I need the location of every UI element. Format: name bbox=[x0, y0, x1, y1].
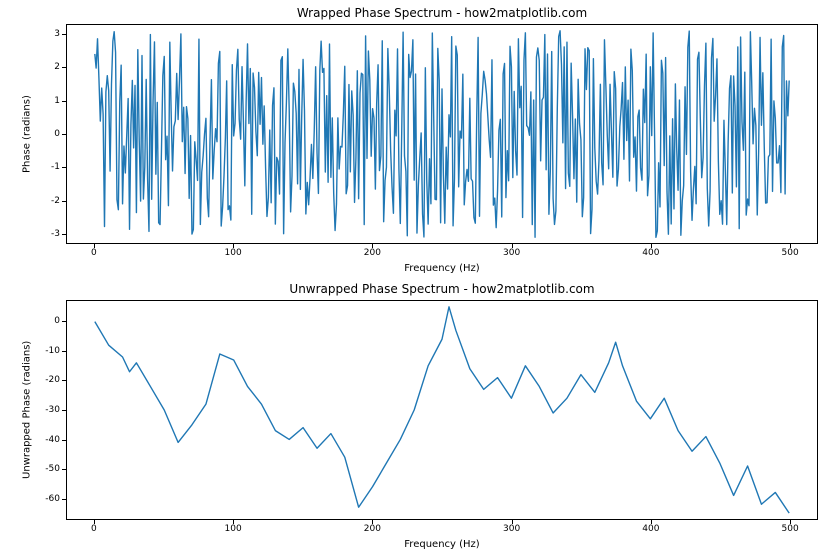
y-tickmark bbox=[62, 321, 66, 322]
y-tick-label: -2 bbox=[51, 196, 60, 206]
y-tickmark bbox=[62, 101, 66, 102]
y-tickmark bbox=[62, 469, 66, 470]
y-tick-label: 0 bbox=[54, 129, 60, 139]
line-series-wrapped bbox=[67, 25, 817, 243]
x-axis-label: Frequency (Hz) bbox=[66, 263, 818, 274]
x-axis-label: Frequency (Hz) bbox=[66, 539, 818, 550]
x-tick-label: 400 bbox=[642, 524, 659, 534]
y-tickmark bbox=[62, 34, 66, 35]
y-tick-label: -3 bbox=[51, 229, 60, 239]
y-tick-label: 0 bbox=[54, 316, 60, 326]
y-tick-label: -30 bbox=[45, 405, 60, 415]
y-tick-label: -50 bbox=[45, 464, 60, 474]
y-tick-label: 2 bbox=[54, 62, 60, 72]
x-tick-label: 300 bbox=[503, 524, 520, 534]
y-axis-label: Phase (radians) bbox=[20, 24, 34, 244]
x-tick-label: 200 bbox=[364, 524, 381, 534]
x-tick-label: 100 bbox=[225, 524, 242, 534]
x-tick-label: 500 bbox=[782, 524, 799, 534]
y-tickmark bbox=[62, 167, 66, 168]
x-tick-label: 0 bbox=[91, 248, 97, 258]
y-tickmark bbox=[62, 499, 66, 500]
line-series-unwrapped bbox=[67, 301, 817, 519]
x-tick-label: 500 bbox=[782, 248, 799, 258]
plot-area-wrapped bbox=[66, 24, 818, 244]
y-tick-label: -60 bbox=[45, 494, 60, 504]
x-tick-label: 200 bbox=[364, 248, 381, 258]
x-tick-label: 300 bbox=[503, 248, 520, 258]
y-tickmark bbox=[62, 351, 66, 352]
y-tickmark bbox=[62, 234, 66, 235]
y-tick-label: -40 bbox=[45, 435, 60, 445]
y-tickmark bbox=[62, 67, 66, 68]
x-tick-label: 100 bbox=[225, 248, 242, 258]
y-tickmark bbox=[62, 380, 66, 381]
subplot-wrapped: Wrapped Phase Spectrum - how2matplotlib.… bbox=[66, 24, 818, 244]
plot-area-unwrapped bbox=[66, 300, 818, 520]
y-tickmark bbox=[62, 134, 66, 135]
x-tick-label: 0 bbox=[91, 524, 97, 534]
chart-title: Unwrapped Phase Spectrum - how2matplotli… bbox=[66, 282, 818, 296]
y-tick-label: -10 bbox=[45, 346, 60, 356]
figure: Wrapped Phase Spectrum - how2matplotlib.… bbox=[0, 0, 840, 560]
y-axis-label: Unwrapped Phase (radians) bbox=[20, 300, 34, 520]
subplot-unwrapped: Unwrapped Phase Spectrum - how2matplotli… bbox=[66, 300, 818, 520]
y-tick-label: 3 bbox=[54, 29, 60, 39]
y-tickmark bbox=[62, 410, 66, 411]
y-tick-label: -20 bbox=[45, 375, 60, 385]
y-tick-label: 1 bbox=[54, 96, 60, 106]
y-tickmark bbox=[62, 440, 66, 441]
chart-title: Wrapped Phase Spectrum - how2matplotlib.… bbox=[66, 6, 818, 20]
x-tick-label: 400 bbox=[642, 248, 659, 258]
y-tick-label: -1 bbox=[51, 162, 60, 172]
y-tickmark bbox=[62, 201, 66, 202]
